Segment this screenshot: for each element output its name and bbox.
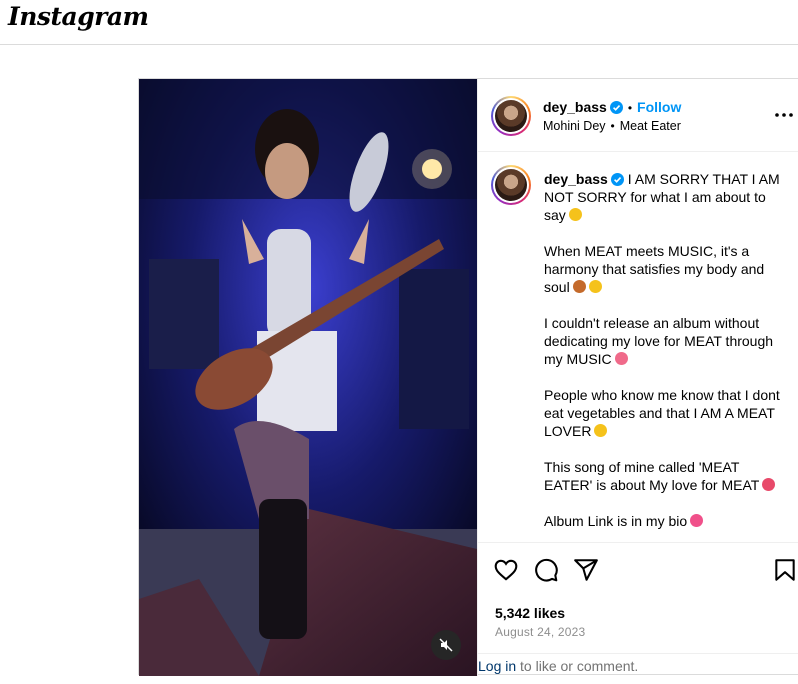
caption-paragraph: dey_bass I AM SORRY THAT I AM NOT SORRY … bbox=[544, 171, 780, 223]
dizzy-emoji-icon bbox=[588, 280, 602, 293]
bookmark-icon[interactable] bbox=[772, 557, 798, 583]
drumstick-emoji-icon bbox=[572, 280, 586, 293]
verified-badge-icon bbox=[609, 101, 623, 114]
post-container: dey_bass • Follow Mohini Dey • Meat Eater de… bbox=[138, 78, 798, 676]
post-video bbox=[139, 79, 477, 676]
comment-icon[interactable] bbox=[533, 557, 559, 583]
top-bar: Instagram bbox=[0, 0, 798, 45]
caption-paragraph: I couldn't release an album without dedi… bbox=[544, 315, 774, 367]
post-date[interactable]: August 24, 2023 bbox=[495, 625, 585, 639]
header-username-row: dey_bass • Follow bbox=[543, 99, 681, 115]
mute-toggle-button[interactable] bbox=[431, 630, 461, 660]
audio-link[interactable]: Meat Eater bbox=[620, 119, 681, 133]
caption-text: dey_bass I AM SORRY THAT I AM NOT SORRY … bbox=[544, 170, 790, 543]
share-icon[interactable] bbox=[573, 557, 599, 583]
username-link[interactable]: dey_bass bbox=[543, 99, 607, 115]
post-header: dey_bass • Follow Mohini Dey • Meat Eater bbox=[478, 79, 798, 152]
subtitle-name[interactable]: Mohini Dey bbox=[543, 119, 606, 133]
caption-username[interactable]: dey_bass bbox=[544, 171, 608, 187]
post-sidebar: dey_bass • Follow Mohini Dey • Meat Eater de… bbox=[477, 79, 798, 676]
likes-count[interactable]: 5,342 likes bbox=[495, 605, 565, 621]
caption-paragraph: Album Link is in my bio bbox=[544, 512, 790, 530]
caption-paragraph: When MEAT meets MUSIC, it's a harmony th… bbox=[544, 243, 765, 295]
separator-dot: • bbox=[610, 119, 615, 133]
post-actions: 5,342 likes August 24, 2023 Log in to li… bbox=[478, 542, 798, 676]
sun-emoji-icon bbox=[568, 208, 582, 221]
avatar[interactable] bbox=[491, 96, 531, 136]
caption-section: dey_bass I AM SORRY THAT I AM NOT SORRY … bbox=[478, 153, 798, 543]
more-options-icon[interactable] bbox=[774, 107, 794, 123]
instagram-logo[interactable]: Instagram bbox=[8, 2, 149, 31]
verified-badge-icon bbox=[610, 173, 624, 186]
login-link[interactable]: Log in bbox=[478, 658, 516, 674]
login-prompt-text: to like or comment. bbox=[516, 658, 639, 674]
caption-paragraph: People who know me know that I dont eat … bbox=[544, 387, 780, 439]
avatar[interactable] bbox=[491, 165, 531, 205]
star-emoji-icon bbox=[594, 424, 608, 437]
meat-emoji-icon bbox=[762, 478, 776, 491]
muted-speaker-icon bbox=[439, 638, 453, 652]
caption-paragraph: This song of mine called 'MEAT EATER' is… bbox=[544, 458, 790, 494]
login-prompt: Log in to like or comment. bbox=[478, 653, 798, 677]
header-subtitle: Mohini Dey • Meat Eater bbox=[543, 119, 681, 133]
hearts-face-emoji-icon bbox=[614, 352, 628, 365]
post-media[interactable] bbox=[139, 79, 477, 676]
sparkling-heart-emoji-icon bbox=[690, 514, 704, 527]
follow-button[interactable]: Follow bbox=[637, 99, 681, 115]
heart-icon[interactable] bbox=[493, 557, 519, 583]
separator-dot: • bbox=[627, 101, 633, 115]
